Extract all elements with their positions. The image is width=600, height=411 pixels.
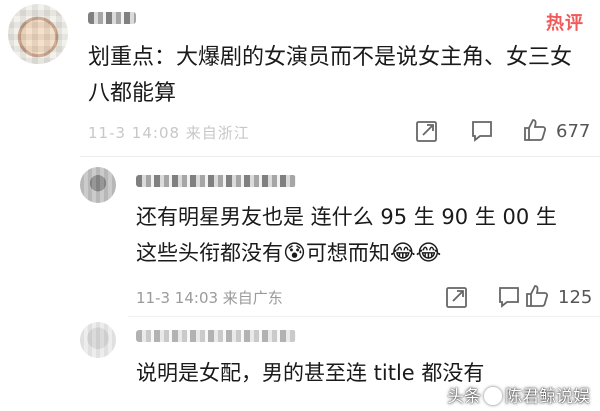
share-icon[interactable] — [444, 284, 470, 310]
comment-icon[interactable] — [496, 284, 522, 310]
reply-avatar[interactable] — [80, 167, 116, 203]
watermark: 头条 陈君鲸说娱 — [447, 382, 590, 407]
laughing-face-icon: 😂 — [415, 241, 442, 266]
reply-meta: 11-3 14:03 来自广东 — [136, 289, 283, 307]
comment-icon[interactable] — [469, 118, 495, 144]
divider — [128, 316, 600, 317]
reply-avatar[interactable] — [80, 322, 116, 358]
reply-text: 还有明星男友也是 连什么 95 生 90 生 00 生 这些头衔都没有😰可想而知… — [136, 199, 576, 272]
watermark-author: 陈君鲸说娱 — [505, 387, 590, 407]
like-count: 677 — [556, 121, 591, 142]
like-count: 125 — [558, 287, 593, 308]
reply-username-blurred[interactable] — [136, 175, 296, 187]
divider — [80, 156, 600, 157]
laughing-face-icon: 😂 — [389, 241, 416, 266]
username-blurred[interactable] — [88, 12, 136, 24]
at-icon — [484, 387, 502, 405]
reply-username-blurred[interactable] — [136, 330, 296, 342]
watermark-prefix: 头条 — [447, 387, 481, 407]
avatar[interactable] — [8, 4, 68, 64]
comment-meta: 11-3 14:08 来自浙江 — [88, 124, 250, 142]
fearful-face-icon: 😰 — [283, 241, 306, 266]
thumbs-up-icon[interactable] — [522, 117, 548, 143]
comment-text: 划重点：大爆剧的女演员而不是说女主角、女三女八都能算 — [88, 45, 573, 106]
reply-text-part: 可想而知 — [305, 241, 390, 265]
share-icon[interactable] — [414, 118, 440, 144]
hot-comment-badge: 热评 — [546, 13, 584, 34]
thumbs-up-icon[interactable] — [524, 283, 550, 309]
